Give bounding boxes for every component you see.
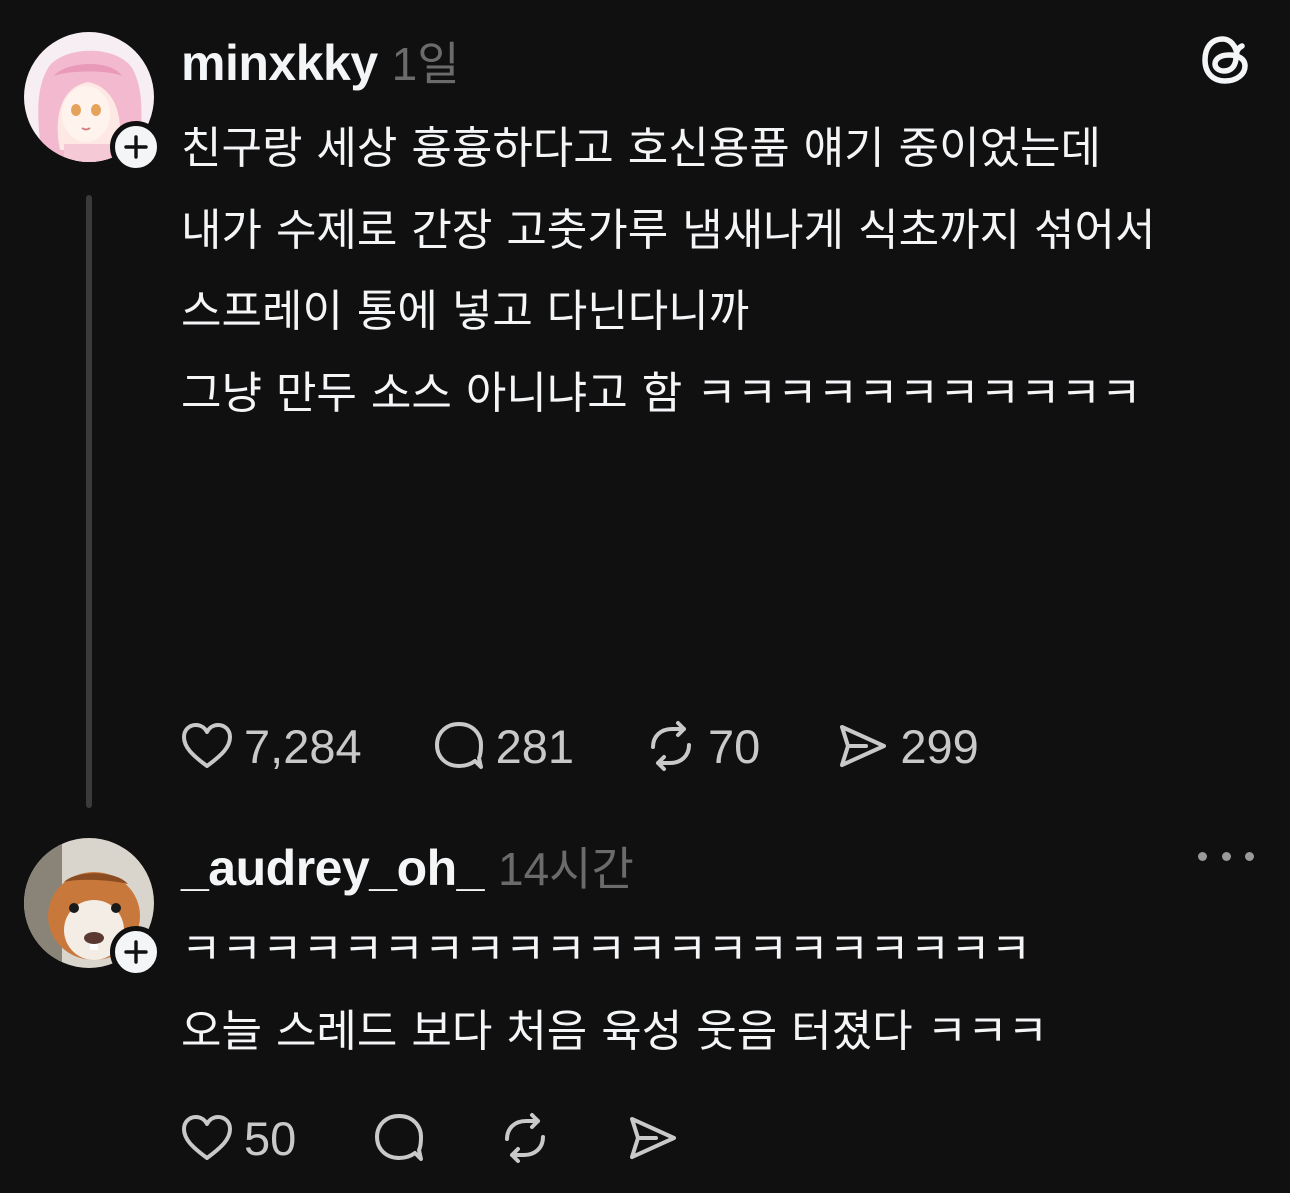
threads-screen: minxkky 1일 친구랑 세상 흉흉하다고 호신용품 얘기 중이었는데 내가…: [0, 0, 1290, 1193]
username[interactable]: _audrey_oh_: [181, 839, 484, 897]
post-header: minxkky 1일: [181, 28, 460, 94]
send-icon: [840, 725, 887, 767]
reply-button[interactable]: 281: [432, 716, 574, 776]
plus-icon: [124, 940, 148, 964]
like-count: 7,284: [244, 719, 362, 773]
reply-button[interactable]: [372, 1108, 426, 1168]
plus-icon: [124, 135, 148, 159]
like-button[interactable]: 50: [180, 1108, 296, 1168]
follow-button-audrey-oh[interactable]: [110, 926, 162, 978]
repost-count: 70: [708, 719, 761, 773]
thread-connector-line: [86, 195, 92, 808]
threads-logo-icon[interactable]: [1196, 30, 1256, 90]
post-text: 친구랑 세상 흉흉하다고 호신용품 얘기 중이었는데 내가 수제로 간장 고춧가…: [181, 123, 1156, 419]
post-actions: 50: [180, 1108, 680, 1168]
repost-button[interactable]: 70: [644, 716, 760, 776]
reply-count: 281: [495, 719, 575, 773]
share-count: 299: [900, 719, 979, 773]
post-actions: 7,284 281 70 299: [180, 716, 979, 776]
send-icon: [630, 1117, 677, 1159]
share-button[interactable]: 299: [836, 716, 979, 776]
more-options-button[interactable]: [1198, 838, 1254, 874]
follow-button-minxkky[interactable]: [110, 121, 162, 173]
repost-button[interactable]: [498, 1108, 552, 1168]
more-horizontal-icon: [1198, 851, 1207, 861]
repost-icon: [505, 1113, 546, 1163]
post-time: 14시간: [497, 843, 634, 895]
comment-icon: [375, 1114, 424, 1161]
username[interactable]: minxkky: [181, 34, 378, 92]
heart-icon: [182, 1115, 232, 1160]
comment-icon: [434, 722, 483, 769]
repost-icon: [651, 721, 692, 771]
post-time: 1일: [391, 38, 460, 90]
share-button[interactable]: [626, 1108, 680, 1168]
post-text: ㅋㅋㅋㅋㅋㅋㅋㅋㅋㅋㅋㅋㅋㅋㅋㅋㅋㅋㅋㅋㅋ 오늘 스레드 보다 처음 육성 웃음…: [181, 924, 1049, 1057]
like-button[interactable]: 7,284: [180, 716, 362, 776]
post-header: _audrey_oh_ 14시간: [181, 833, 634, 899]
like-count: 50: [244, 1111, 297, 1165]
heart-icon: [182, 723, 232, 768]
